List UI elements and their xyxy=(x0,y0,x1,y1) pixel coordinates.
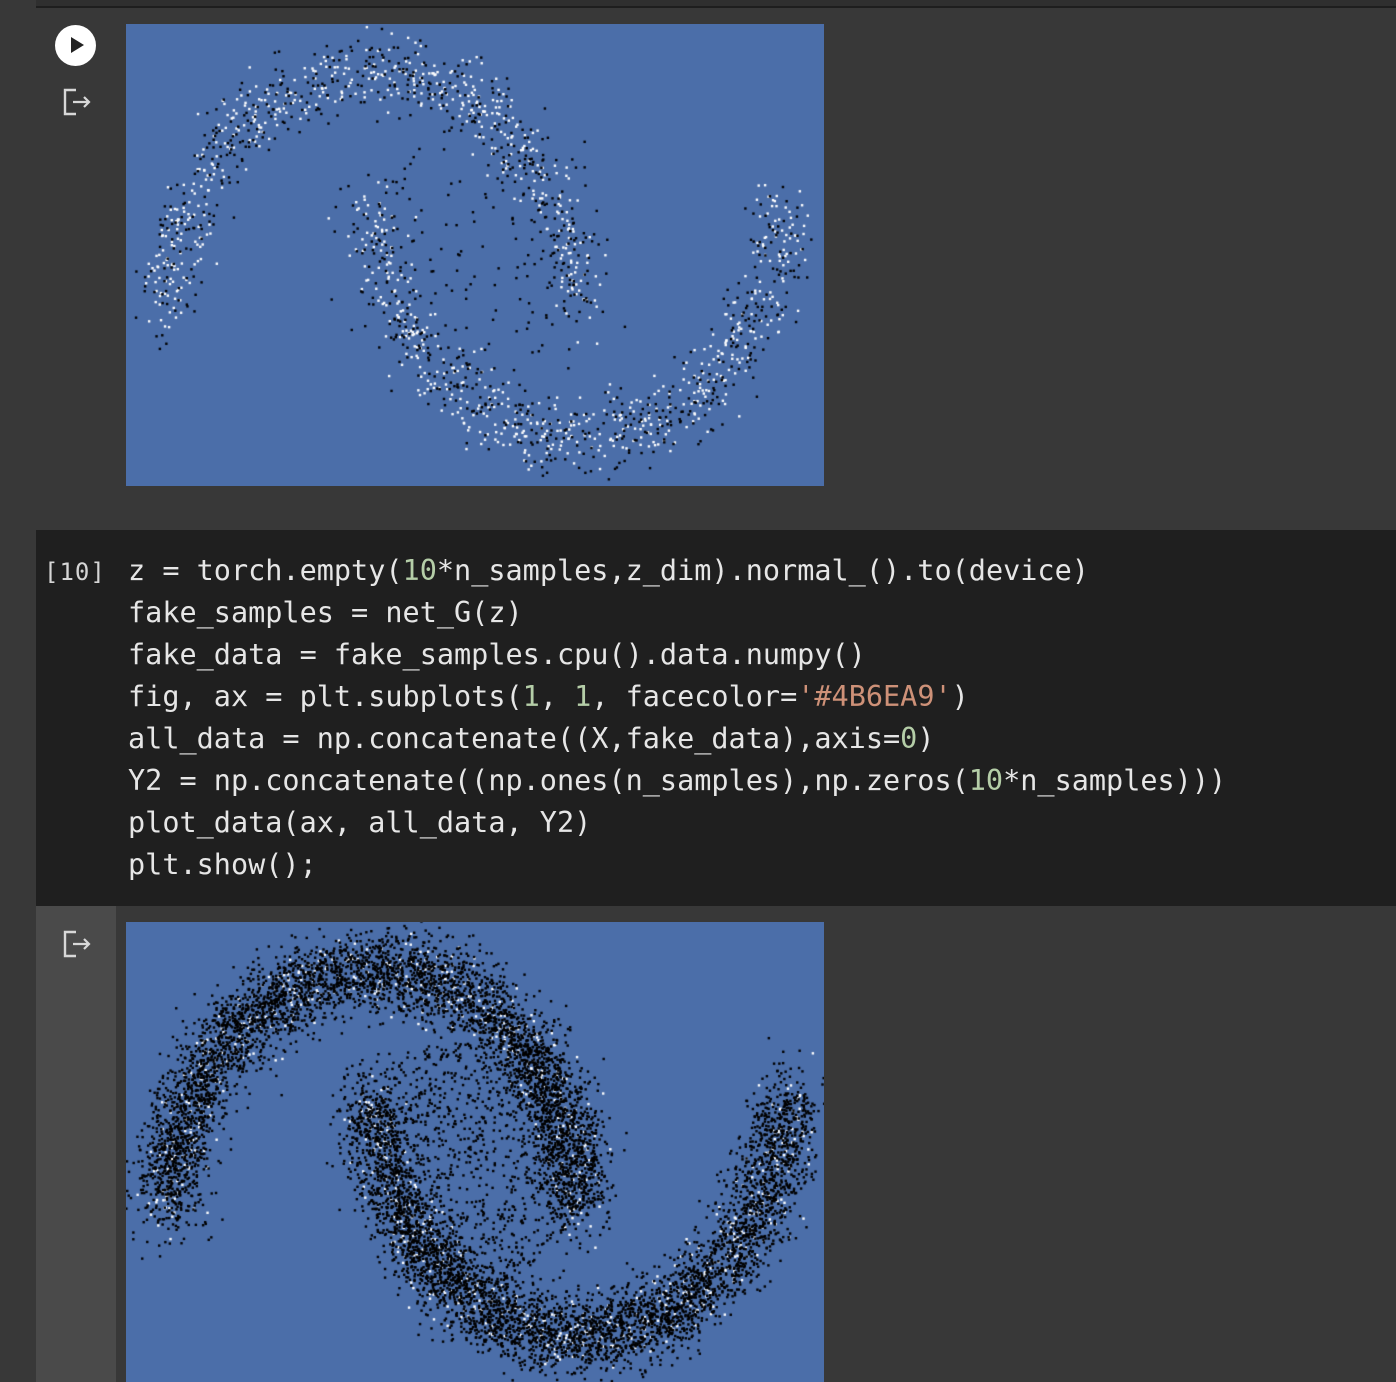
run-cell-button[interactable] xyxy=(55,25,96,66)
code-line: all_data = np.concatenate((X,fake_data),… xyxy=(128,722,935,755)
scatter-plot-2 xyxy=(126,922,824,1382)
code-editor[interactable]: z = torch.empty(10*n_samples,z_dim).norm… xyxy=(128,550,1226,886)
code-cell[interactable]: [10] z = torch.empty(10*n_samples,z_dim)… xyxy=(36,530,1396,906)
scatter-plot-1 xyxy=(126,24,824,486)
output-redirect-icon[interactable] xyxy=(62,87,94,117)
left-gutter xyxy=(0,0,36,1382)
output-redirect-icon[interactable] xyxy=(62,929,94,959)
code-line: Y2 = np.concatenate((np.ones(n_samples),… xyxy=(128,764,1227,797)
output-redirect-icon-svg xyxy=(63,88,91,116)
cell-top-border xyxy=(36,0,1396,8)
execution-count: [10] xyxy=(44,558,106,586)
output-redirect-icon-svg xyxy=(63,930,91,958)
plot-output-1 xyxy=(126,24,824,486)
code-line: fig, ax = plt.subplots(1, 1, facecolor='… xyxy=(128,680,969,713)
code-line: plt.show(); xyxy=(128,848,317,881)
plot-output-2 xyxy=(126,922,824,1382)
code-line: fake_data = fake_samples.cpu().data.nump… xyxy=(128,638,866,671)
code-line: fake_samples = net_G(z) xyxy=(128,596,523,629)
output-gutter xyxy=(36,906,116,1382)
code-line: z = torch.empty(10*n_samples,z_dim).norm… xyxy=(128,554,1089,587)
code-line: plot_data(ax, all_data, Y2) xyxy=(128,806,592,839)
